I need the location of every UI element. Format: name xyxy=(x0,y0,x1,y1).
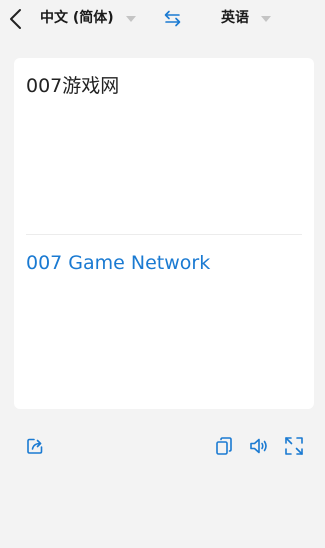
copy-icon[interactable] xyxy=(214,436,234,456)
target-language-label: 英语 xyxy=(221,10,249,26)
top-bar: 中文 (简体) 英语 xyxy=(0,0,325,38)
source-language-selector[interactable]: 中文 (简体) xyxy=(40,9,136,27)
back-arrow-icon[interactable] xyxy=(7,8,27,30)
translation-result[interactable]: 007 Game Network xyxy=(26,250,210,276)
source-text[interactable]: 007游戏网 xyxy=(26,73,119,99)
chevron-down-icon xyxy=(261,15,271,22)
share-icon[interactable] xyxy=(25,436,45,456)
speaker-icon[interactable] xyxy=(249,436,269,456)
divider xyxy=(26,234,302,235)
target-language-selector[interactable]: 英语 xyxy=(221,9,271,27)
translation-card: 007游戏网 007 Game Network xyxy=(14,58,314,409)
chevron-down-icon xyxy=(125,15,136,22)
swap-languages-icon[interactable] xyxy=(163,10,182,27)
source-language-label: 中文 (简体) xyxy=(40,10,114,26)
fullscreen-icon[interactable] xyxy=(284,436,304,456)
